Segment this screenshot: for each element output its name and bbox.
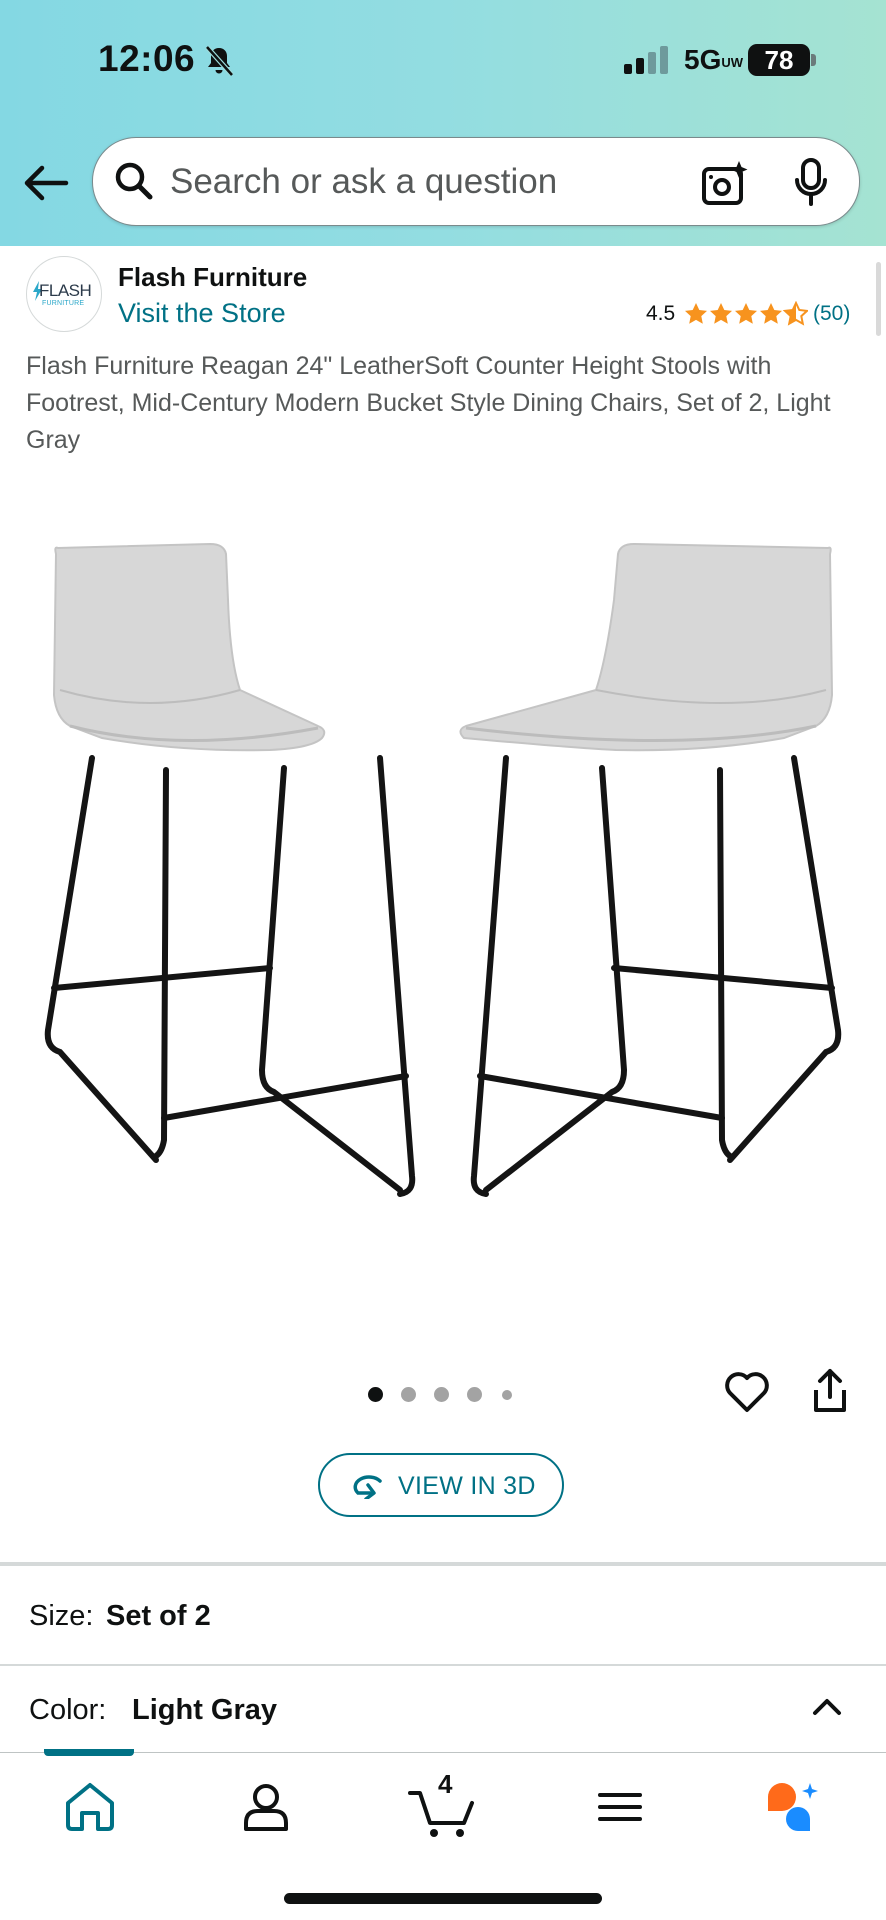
review-count-link[interactable]: (50) <box>813 302 850 326</box>
stool-left-illustration <box>44 542 416 1197</box>
bell-muted-icon <box>205 45 234 77</box>
chevron-up-icon[interactable] <box>812 1696 842 1716</box>
size-selector-row[interactable]: Size: Set of 2 <box>0 1566 886 1664</box>
heart-icon[interactable] <box>724 1370 770 1414</box>
color-label: Color: <box>29 1694 107 1726</box>
product-image[interactable] <box>30 540 856 1240</box>
search-bar[interactable]: Search or ask a question <box>92 137 860 226</box>
back-arrow-icon[interactable] <box>20 160 72 206</box>
star-rating-icon[interactable] <box>684 301 808 327</box>
size-label: Size: <box>29 1600 94 1632</box>
top-header: 12:06 5GUW 78 Search or ask a question <box>0 0 886 246</box>
visit-store-link[interactable]: Visit the Store <box>118 298 286 329</box>
brand-logo[interactable]: FLASH FURNITURE <box>26 256 102 332</box>
cart-count-badge: 4 <box>438 1769 453 1799</box>
pager-dot[interactable] <box>467 1387 482 1402</box>
search-input[interactable]: Search or ask a question <box>170 162 557 202</box>
brand-name: Flash Furniture <box>118 262 308 292</box>
color-selector-row[interactable]: Color: Light Gray <box>0 1666 886 1754</box>
share-icon[interactable] <box>810 1368 850 1414</box>
battery-icon: 78 <box>748 44 816 76</box>
pager-dot[interactable] <box>502 1390 512 1400</box>
menu-icon[interactable] <box>596 1775 644 1839</box>
view-in-3d-label: VIEW IN 3D <box>398 1472 536 1500</box>
stool-right-illustration <box>459 542 842 1197</box>
color-value: Light Gray <box>132 1694 278 1726</box>
account-icon[interactable] <box>236 1775 296 1839</box>
scrollbar-thumb <box>876 262 881 336</box>
rating-value: 4.5 <box>646 302 676 325</box>
product-title: Flash Furniture Reagan 24" LeatherSoft C… <box>26 352 831 454</box>
search-icon <box>115 162 153 200</box>
network-label: 5GUW <box>684 44 744 75</box>
pager-dot[interactable] <box>434 1387 449 1402</box>
camera-lens-icon[interactable] <box>701 160 749 206</box>
cart-button[interactable]: 4 <box>408 1769 480 1839</box>
microphone-icon[interactable] <box>793 158 829 206</box>
rufus-assistant-icon[interactable] <box>764 1775 824 1839</box>
home-indicator <box>284 1893 602 1904</box>
battery-level: 78 <box>748 44 810 76</box>
status-time: 12:06 <box>98 38 196 79</box>
size-value: Set of 2 <box>106 1600 211 1632</box>
rotate-3d-icon <box>353 1475 382 1499</box>
view-in-3d-button[interactable]: VIEW IN 3D <box>318 1453 564 1517</box>
signal-icon <box>624 46 668 74</box>
pager-dot-active[interactable] <box>368 1387 383 1402</box>
home-icon[interactable] <box>62 1775 118 1839</box>
status-bar: 12:06 5GUW 78 <box>0 0 886 120</box>
active-tab-indicator <box>44 1749 134 1756</box>
pager-dot[interactable] <box>401 1387 416 1402</box>
image-pager[interactable] <box>360 1384 520 1404</box>
